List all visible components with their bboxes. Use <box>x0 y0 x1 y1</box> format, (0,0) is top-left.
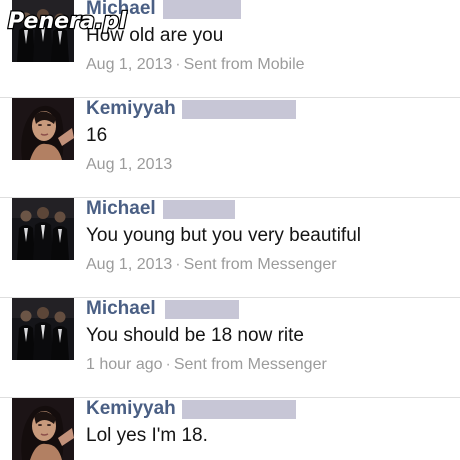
message-meta: 1 hour ago · Sent from Messenger <box>86 355 327 375</box>
timestamp: Aug 1, 2013 <box>86 256 173 273</box>
timestamp: Aug 1, 2013 <box>86 56 173 73</box>
message-item[interactable]: Michael How old are you Aug 1, 2013 · Sent… <box>0 0 460 98</box>
redacted-surname-bar <box>163 200 235 219</box>
meta-separator: · <box>175 256 181 273</box>
redacted-surname-bar <box>182 400 296 419</box>
message-text: You young but you very beautiful <box>86 225 361 246</box>
message-meta: Aug 1, 2013 <box>86 155 172 175</box>
meta-separator: · <box>175 56 181 73</box>
sent-from-label: Sent from Messenger <box>183 256 337 273</box>
redacted-surname-bar <box>165 300 239 319</box>
sender-avatar[interactable] <box>12 198 74 260</box>
timestamp: 1 hour ago <box>86 356 163 373</box>
message-text: 16 <box>86 125 108 146</box>
sent-from-label: Sent from Mobile <box>183 56 305 73</box>
sender-avatar[interactable] <box>12 0 74 62</box>
sender-avatar[interactable] <box>12 98 74 160</box>
message-text: You should be 18 now rite <box>86 325 304 346</box>
group-photo-icon <box>12 298 74 360</box>
meta-separator: · <box>165 356 171 373</box>
timestamp: Aug 1, 2013 <box>86 156 173 173</box>
message-thread: Michael How old are you Aug 1, 2013 · Sent… <box>0 0 460 460</box>
message-meta: Aug 1, 2013 · Sent from Messenger <box>86 255 337 275</box>
sender-avatar[interactable] <box>12 298 74 360</box>
message-item[interactable]: Kemiyyah Lol yes I'm 18. <box>0 398 460 460</box>
message-item[interactable]: Michael You should be 18 now rite 1 hour… <box>0 298 460 398</box>
sender-name[interactable]: Michael <box>86 298 156 320</box>
redacted-surname-bar <box>163 0 241 19</box>
sender-name[interactable]: Kemiyyah <box>86 98 176 120</box>
selfie-photo-icon <box>12 398 74 460</box>
sent-from-label: Sent from Messenger <box>173 356 327 373</box>
message-item[interactable]: Kemiyyah 16 Aug 1, 2013 <box>0 98 460 198</box>
redacted-surname-bar <box>182 100 296 119</box>
message-meta: Aug 1, 2013 · Sent from Mobile <box>86 55 305 75</box>
sender-name[interactable]: Michael <box>86 198 156 220</box>
sender-avatar[interactable] <box>12 398 74 460</box>
sender-name[interactable]: Michael <box>86 0 156 20</box>
message-text: How old are you <box>86 25 224 46</box>
group-photo-icon <box>12 198 74 260</box>
selfie-photo-icon <box>12 98 74 160</box>
message-text: Lol yes I'm 18. <box>86 425 208 446</box>
group-photo-icon <box>12 0 74 62</box>
message-item[interactable]: Michael You young but you very beautiful… <box>0 198 460 298</box>
sender-name[interactable]: Kemiyyah <box>86 398 176 420</box>
